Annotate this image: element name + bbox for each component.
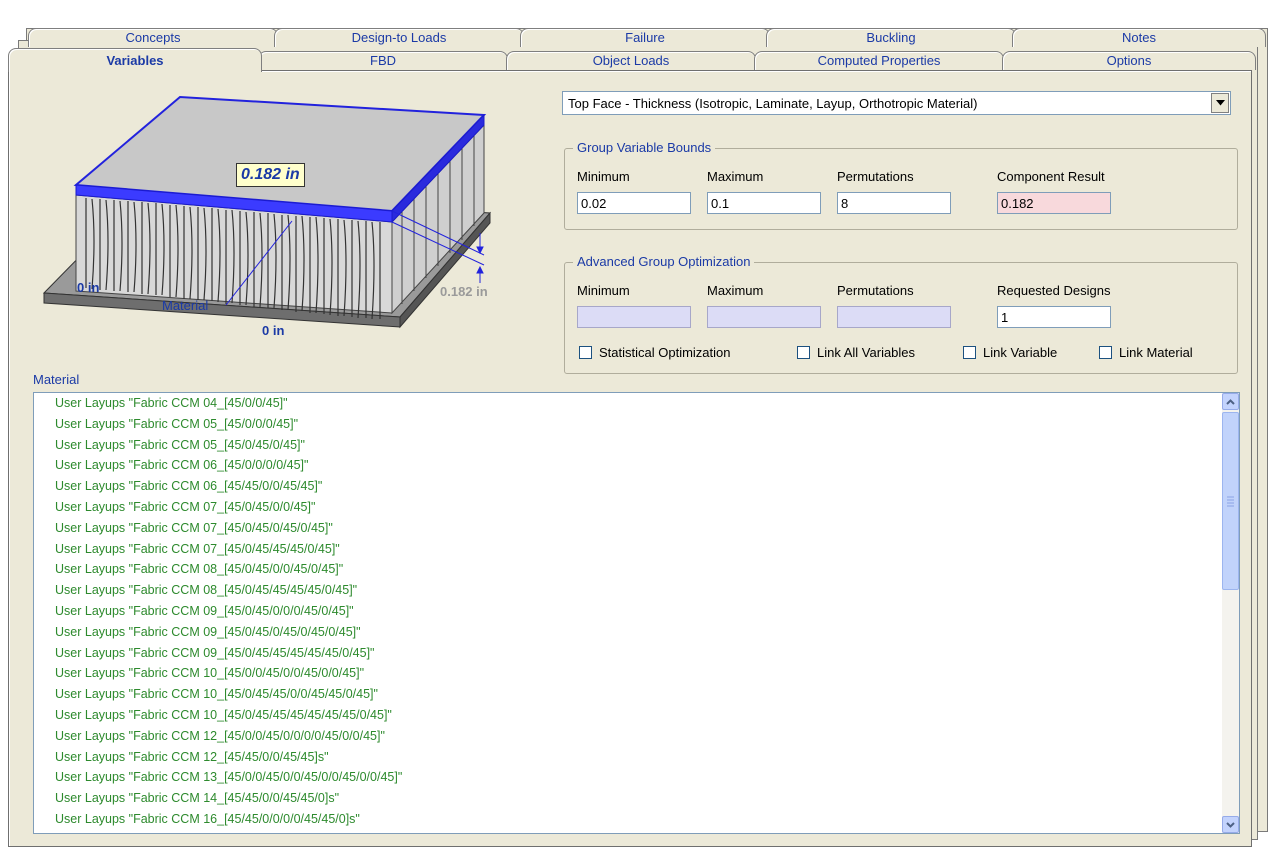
list-item[interactable]: User Layups "Fabric CCM 05_[45/0/0/0/45]… <box>55 416 298 432</box>
list-item[interactable]: User Layups "Fabric CCM 08_[45/0/45/0/0/… <box>55 561 343 577</box>
link-material-label: Link Material <box>1119 345 1193 360</box>
dropdown-arrow-icon[interactable] <box>1211 93 1229 113</box>
link-variable-checkbox[interactable]: Link Variable <box>963 345 1057 360</box>
bottom-dimension-label: 0 in <box>262 323 285 338</box>
advanced-permutations-label: Permutations <box>837 283 914 298</box>
variable-select-value: Top Face - Thickness (Isotropic, Laminat… <box>568 96 978 111</box>
tab-buckling[interactable]: Buckling <box>766 28 1016 47</box>
tab-fbd[interactable]: FBD <box>258 51 508 70</box>
list-item[interactable]: User Layups "Fabric CCM 10_[45/0/0/45/0/… <box>55 665 364 681</box>
list-item[interactable]: User Layups "Fabric CCM 10_[45/0/45/45/4… <box>55 707 392 723</box>
tab-variables[interactable]: Variables <box>8 48 262 72</box>
material-callout-label: Material <box>162 298 209 313</box>
bounds-maximum-label: Maximum <box>707 169 764 184</box>
requested-designs-label: Requested Designs <box>997 283 1111 298</box>
thickness-callout: 0.182 in <box>236 163 305 187</box>
checkbox-box[interactable] <box>1099 346 1112 359</box>
material-list-label: Material <box>33 372 80 387</box>
statistical-optimization-label: Statistical Optimization <box>599 345 731 360</box>
advanced-minimum-label: Minimum <box>577 283 630 298</box>
variable-select[interactable]: Top Face - Thickness (Isotropic, Laminat… <box>562 91 1231 115</box>
tab-object-loads[interactable]: Object Loads <box>506 51 756 70</box>
scroll-down-button[interactable] <box>1222 816 1239 833</box>
scroll-up-button[interactable] <box>1222 393 1239 410</box>
advanced-optimization-title: Advanced Group Optimization <box>573 254 755 269</box>
scroll-thumb[interactable] <box>1222 412 1239 590</box>
list-item[interactable]: User Layups "Fabric CCM 16_[45/45/0/0/0/… <box>55 811 360 827</box>
advanced-group-optimization: Advanced Group Optimization Minimum Maxi… <box>564 254 1238 374</box>
bounds-minimum-label: Minimum <box>577 169 630 184</box>
material-listbox[interactable]: User Layups "Fabric CCM 04_[45/0/0/45]" U… <box>33 392 1240 834</box>
tab-failure[interactable]: Failure <box>520 28 770 47</box>
requested-designs-input[interactable]: 1 <box>997 306 1111 328</box>
link-variable-label: Link Variable <box>983 345 1058 360</box>
list-item[interactable]: User Layups "Fabric CCM 05_[45/0/45/0/45… <box>55 437 305 453</box>
checkbox-box[interactable] <box>797 346 810 359</box>
left-dimension-label: 0 in <box>77 280 100 295</box>
bounds-permutations-input[interactable]: 8 <box>837 192 951 214</box>
advanced-minimum-input[interactable] <box>577 306 691 328</box>
advanced-maximum-input[interactable] <box>707 306 821 328</box>
checkbox-box[interactable] <box>579 346 592 359</box>
list-item[interactable]: User Layups "Fabric CCM 06_[45/45/0/0/45… <box>55 478 322 494</box>
tab-options[interactable]: Options <box>1002 51 1256 70</box>
bounds-result-label: Component Result <box>997 169 1105 184</box>
list-item[interactable]: User Layups "Fabric CCM 13_[45/0/0/45/0/… <box>55 769 402 785</box>
list-item[interactable]: User Layups "Fabric CCM 14_[45/45/0/0/45… <box>55 790 339 806</box>
tab-computed-properties[interactable]: Computed Properties <box>754 51 1004 70</box>
chevron-down-icon <box>1226 821 1235 828</box>
sandwich-panel-illustration <box>42 95 492 329</box>
bounds-permutations-label: Permutations <box>837 169 914 184</box>
link-all-variables-label: Link All Variables <box>817 345 916 360</box>
list-item[interactable]: User Layups "Fabric CCM 09_[45/0/45/0/0/… <box>55 603 354 619</box>
component-result-field: 0.182 <box>997 192 1111 214</box>
list-item[interactable]: User Layups "Fabric CCM 12_[45/45/0/0/45… <box>55 749 329 765</box>
group-variable-bounds-title: Group Variable Bounds <box>573 140 716 155</box>
list-item[interactable]: User Layups "Fabric CCM 04_[45/0/0/45]" <box>55 395 288 411</box>
tab-concepts[interactable]: Concepts <box>28 28 278 47</box>
list-item[interactable]: User Layups "Fabric CCM 06_[45/0/0/0/0/4… <box>55 457 308 473</box>
list-item[interactable]: User Layups "Fabric CCM 07_[45/0/45/0/0/… <box>55 499 315 515</box>
link-all-variables-checkbox[interactable]: Link All Variables <box>797 345 915 360</box>
sandwich-panel-diagram: 0.182 in 0 in 0 in 0.182 in Material <box>30 95 510 358</box>
list-item[interactable]: User Layups "Fabric CCM 07_[45/0/45/45/4… <box>55 541 340 557</box>
advanced-maximum-label: Maximum <box>707 283 764 298</box>
list-item[interactable]: User Layups "Fabric CCM 12_[45/0/0/45/0/… <box>55 728 385 744</box>
checkbox-box[interactable] <box>963 346 976 359</box>
list-item[interactable]: User Layups "Fabric CCM 07_[45/0/45/0/45… <box>55 520 333 536</box>
statistical-optimization-checkbox[interactable]: Statistical Optimization <box>579 345 731 360</box>
tab-notes[interactable]: Notes <box>1012 28 1266 47</box>
group-variable-bounds: Group Variable Bounds Minimum Maximum Pe… <box>564 140 1238 230</box>
chevron-up-icon <box>1226 398 1235 405</box>
advanced-permutations-input[interactable] <box>837 306 951 328</box>
material-list-scrollbar[interactable] <box>1222 393 1239 833</box>
list-item[interactable]: User Layups "Fabric CCM 08_[45/0/45/45/4… <box>55 582 357 598</box>
bounds-maximum-input[interactable]: 0.1 <box>707 192 821 214</box>
bounds-minimum-input[interactable]: 0.02 <box>577 192 691 214</box>
right-dimension-label: 0.182 in <box>440 284 488 299</box>
tab-design-to-loads[interactable]: Design-to Loads <box>274 28 524 47</box>
list-item[interactable]: User Layups "Fabric CCM 10_[45/0/45/45/0… <box>55 686 378 702</box>
link-material-checkbox[interactable]: Link Material <box>1099 345 1193 360</box>
list-item[interactable]: User Layups "Fabric CCM 09_[45/0/45/45/4… <box>55 645 374 661</box>
list-item[interactable]: User Layups "Fabric CCM 09_[45/0/45/0/45… <box>55 624 361 640</box>
